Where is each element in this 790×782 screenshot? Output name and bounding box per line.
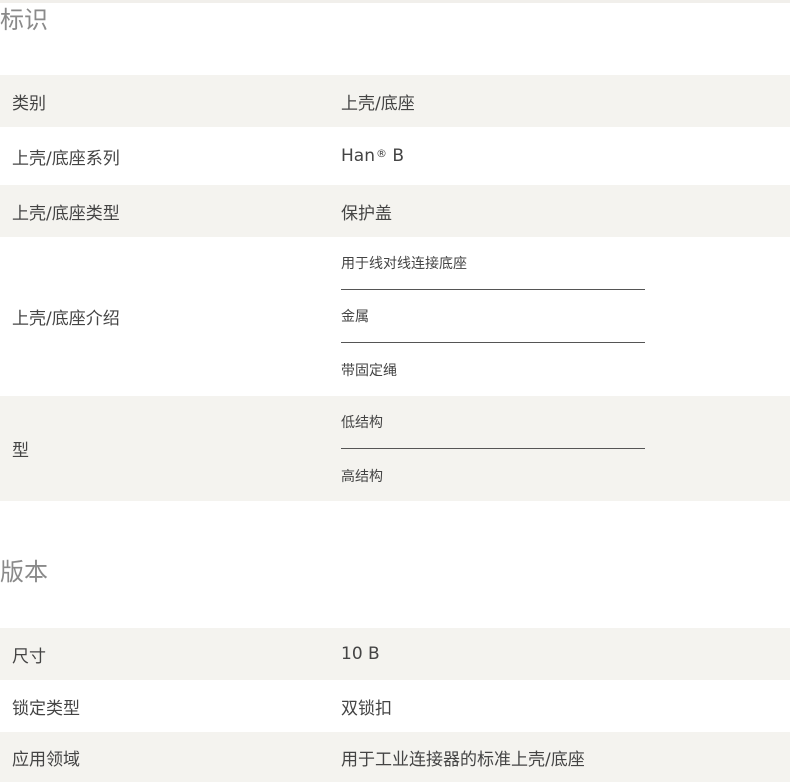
row-value-list: 用于线对线连接底座 金属 带固定绳 xyxy=(341,237,645,396)
list-item: 低结构 xyxy=(341,396,645,449)
table-row: 应用领域 用于工业连接器的标准上壳/底座 xyxy=(0,732,790,782)
row-label: 上壳/底座介绍 xyxy=(12,309,120,329)
table-row: 上壳/底座介绍 用于线对线连接底座 金属 带固定绳 xyxy=(0,237,790,396)
section-title-version: 版本 xyxy=(0,558,48,586)
table-row: 尺寸 10 B xyxy=(0,628,790,680)
row-label: 尺寸 xyxy=(12,646,46,667)
list-item: 高结构 xyxy=(341,468,383,485)
row-label: 型 xyxy=(12,441,29,461)
row-label: 应用领域 xyxy=(12,749,80,770)
top-divider xyxy=(0,0,790,3)
section-title-identification: 标识 xyxy=(0,6,48,34)
table-row: 上壳/底座类型 保护盖 xyxy=(0,185,790,237)
identification-table: 类别 上壳/底座 上壳/底座系列 Han ® B 上壳/底座类型 保护盖 上壳/底… xyxy=(0,75,790,501)
list-item: 用于线对线连接底座 xyxy=(341,237,645,290)
table-row: 上壳/底座系列 Han ® B xyxy=(0,127,790,185)
series-suffix: B xyxy=(386,146,405,166)
row-label: 类别 xyxy=(12,93,46,114)
row-value: 保护盖 xyxy=(341,203,392,224)
version-table: 尺寸 10 B 锁定类型 双锁扣 应用领域 用于工业连接器的标准上壳/底座 xyxy=(0,628,790,782)
list-item: 带固定绳 xyxy=(341,362,397,379)
row-label: 上壳/底座类型 xyxy=(12,203,120,224)
table-row: 类别 上壳/底座 xyxy=(0,75,790,127)
list-item: 金属 xyxy=(341,290,645,343)
row-value: 10 B xyxy=(341,644,380,664)
table-row: 锁定类型 双锁扣 xyxy=(0,680,790,732)
row-value: 用于工业连接器的标准上壳/底座 xyxy=(341,749,585,770)
row-value: 双锁扣 xyxy=(341,698,392,719)
table-row: 型 低结构 高结构 xyxy=(0,396,790,501)
row-value: 上壳/底座 xyxy=(341,93,415,114)
row-label: 锁定类型 xyxy=(12,698,80,719)
row-value-list: 低结构 高结构 xyxy=(341,396,645,502)
row-label: 上壳/底座系列 xyxy=(12,148,120,169)
registered-mark: ® xyxy=(375,146,387,160)
series-name: Han xyxy=(341,146,375,166)
row-value: Han ® B xyxy=(341,127,404,185)
